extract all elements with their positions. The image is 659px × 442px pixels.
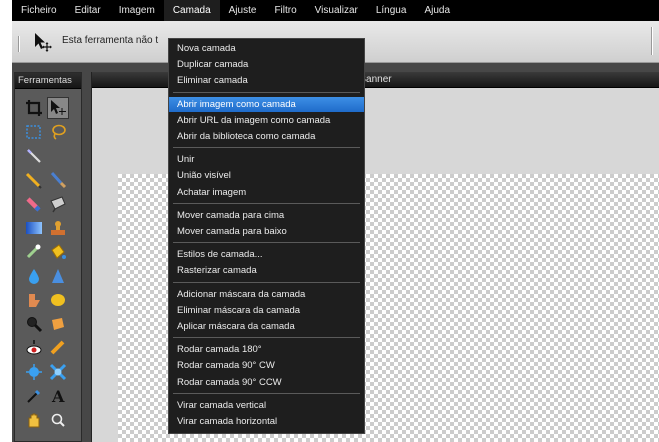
stamp-icon[interactable] — [47, 217, 69, 239]
menu-item-nova-camada[interactable]: Nova camada — [169, 41, 364, 56]
burn-icon[interactable] — [47, 337, 69, 359]
hand-icon[interactable] — [23, 409, 45, 431]
lasso-icon[interactable] — [47, 121, 69, 143]
menu-filtro[interactable]: Filtro — [265, 0, 305, 21]
menu-item-mover-camada-para-baixo[interactable]: Mover camada para baixo — [169, 224, 364, 239]
menu-separator — [173, 91, 360, 93]
tool-hint-text: Esta ferramenta não t — [62, 35, 158, 46]
menu-separator — [173, 242, 360, 244]
marquee-icon[interactable] — [23, 121, 45, 143]
options-right-separator — [651, 27, 653, 55]
crop-icon[interactable] — [23, 97, 45, 119]
wand-icon[interactable] — [23, 145, 45, 167]
menu-item-aplicar-mascara-da-camada[interactable]: Aplicar máscara da camada — [169, 319, 364, 334]
options-separator — [18, 36, 20, 52]
sponge-icon[interactable] — [47, 289, 69, 311]
drop-icon[interactable] — [23, 265, 45, 287]
move-icon[interactable] — [47, 97, 69, 119]
smudge-icon[interactable] — [23, 289, 45, 311]
tools-panel-title: Ferramentas — [15, 73, 81, 89]
menu-separator — [173, 281, 360, 283]
menu-item-duplicar-camada[interactable]: Duplicar camada — [169, 57, 364, 72]
menu-item-rodar-camada-90-ccw[interactable]: Rodar camada 90° CCW — [169, 375, 364, 390]
menu-item-virar-camada-horizontal[interactable]: Virar camada horizontal — [169, 414, 364, 429]
menu-item-eliminar-camada[interactable]: Eliminar camada — [169, 73, 364, 88]
red-eye-icon[interactable] — [23, 337, 45, 359]
menu-ajuda[interactable]: Ajuda — [415, 0, 459, 21]
tools-panel: Ferramentas A — [14, 72, 82, 442]
menu-item-virar-camada-vertical[interactable]: Virar camada vertical — [169, 398, 364, 413]
dodge-icon[interactable] — [47, 313, 69, 335]
text-icon[interactable]: A — [47, 385, 69, 407]
bucket-icon[interactable] — [47, 241, 69, 263]
eraser-icon[interactable] — [23, 193, 45, 215]
menu-item-adicionar-mascara-da-camada[interactable]: Adicionar máscara da camada — [169, 287, 364, 302]
left-margin — [0, 0, 12, 442]
menu-item-estilos-de-camada[interactable]: Estilos de camada... — [169, 247, 364, 262]
sharpen-icon[interactable] — [47, 265, 69, 287]
menu-editar[interactable]: Editar — [66, 0, 110, 21]
menu-item-mover-camada-para-cima[interactable]: Mover camada para cima — [169, 208, 364, 223]
menu-item-rasterizar-camada[interactable]: Rasterizar camada — [169, 263, 364, 278]
zoom-small-icon[interactable] — [47, 409, 69, 431]
menu-ficheiro[interactable]: Ficheiro — [12, 0, 66, 21]
menu-lingua[interactable]: Língua — [367, 0, 416, 21]
menu-item-rodar-camada-90-cw[interactable]: Rodar camada 90° CW — [169, 358, 364, 373]
camada-dropdown-menu: Nova camada Duplicar camada Eliminar camad… — [168, 38, 365, 434]
pinch-icon[interactable] — [47, 361, 69, 383]
replace-color-icon[interactable] — [47, 193, 69, 215]
menu-item-unir[interactable]: Unir — [169, 152, 364, 167]
menu-item-abrir-url-da-imagem-como-camada[interactable]: Abrir URL da imagem como camada — [169, 113, 364, 128]
menu-item-abrir-da-biblioteca-como-camada[interactable]: Abrir da biblioteca como camada — [169, 129, 364, 144]
menu-item-achatar-imagem[interactable]: Achatar imagem — [169, 185, 364, 200]
pencil-icon[interactable] — [23, 169, 45, 191]
menu-camada[interactable]: Camada — [163, 0, 220, 21]
zoom-icon[interactable] — [23, 313, 45, 335]
menu-separator — [173, 147, 360, 149]
menu-ajuste[interactable]: Ajuste — [220, 0, 266, 21]
brush-icon[interactable] — [47, 169, 69, 191]
menu-visualizar[interactable]: Visualizar — [306, 0, 367, 21]
menu-item-abrir-imagem-como-camada[interactable]: Abrir imagem como camada — [169, 96, 364, 112]
menu-bar: Ficheiro Editar Imagem Camada Ajuste Fil… — [12, 0, 659, 21]
color-replace-icon[interactable] — [23, 361, 45, 383]
picker-icon[interactable] — [23, 385, 45, 407]
menu-item-eliminar-mascara-da-camada[interactable]: Eliminar máscara da camada — [169, 303, 364, 318]
menu-separator — [173, 337, 360, 339]
tool-hint-visible: Esta ferramenta não t — [62, 35, 159, 46]
heal-icon[interactable] — [23, 241, 45, 263]
gradient-icon[interactable] — [23, 217, 45, 239]
svg-text:A: A — [51, 387, 65, 405]
move-tool-icon — [32, 31, 54, 53]
menu-item-rodar-camada-180[interactable]: Rodar camada 180° — [169, 342, 364, 357]
menu-separator — [173, 392, 360, 394]
menu-imagem[interactable]: Imagem — [110, 0, 164, 21]
menu-separator — [173, 202, 360, 204]
menu-item-uniao-visivel[interactable]: União visível — [169, 168, 364, 183]
